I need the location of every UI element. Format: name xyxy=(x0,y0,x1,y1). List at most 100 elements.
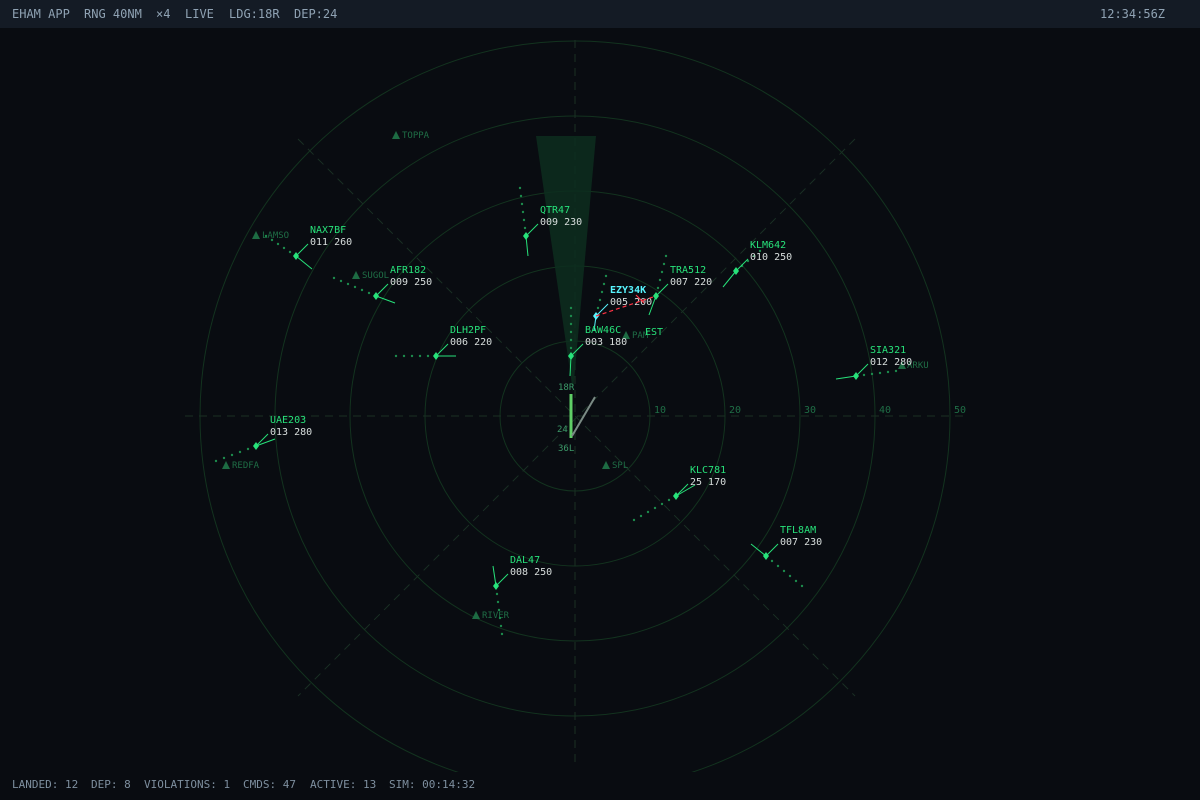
fix-label: SUGOL xyxy=(362,271,389,281)
label-leader-line xyxy=(855,363,869,377)
utc-clock: 12:34:56Z xyxy=(1100,7,1166,21)
ring-labels: 10 20 30 40 50 xyxy=(654,405,966,416)
aircraft-target[interactable]: TFL8AM007 230 xyxy=(750,525,822,588)
aircraft-datablock: 25 170 xyxy=(690,477,726,488)
history-dot xyxy=(600,290,604,294)
aircraft-callsign[interactable]: KLM642 xyxy=(750,240,786,251)
ring-label: 30 xyxy=(804,405,816,416)
history-dot xyxy=(569,306,573,310)
aircraft-target[interactable]: DLH2PF006 220 xyxy=(394,325,492,360)
sim-speed-button[interactable]: ×4 xyxy=(156,7,170,21)
history-dot xyxy=(339,279,343,283)
aircraft-callsign[interactable]: QTR47 xyxy=(540,205,570,216)
aircraft-callsign[interactable]: SIA321 xyxy=(870,345,906,356)
label-leader-line xyxy=(525,223,539,237)
history-dot xyxy=(418,354,422,358)
label-leader-line xyxy=(595,303,609,317)
aircraft-target[interactable]: KLC78125 170 xyxy=(632,465,726,522)
history-trail xyxy=(862,369,898,377)
history-dot xyxy=(521,210,525,214)
history-dot xyxy=(658,278,662,282)
fix-triangle-icon xyxy=(222,461,230,469)
label-leader-line xyxy=(495,573,509,587)
history-dot xyxy=(288,250,292,254)
label-leader-line xyxy=(295,243,309,257)
aircraft-target[interactable]: UAE203013 280 xyxy=(214,415,312,463)
history-dot xyxy=(596,306,600,310)
sim-time: SIM: 00:14:32 xyxy=(389,778,476,791)
history-dot xyxy=(662,262,666,266)
history-dot xyxy=(495,592,499,596)
history-dot xyxy=(270,238,274,242)
aircraft-callsign[interactable]: KLC781 xyxy=(690,465,726,476)
aircraft-callsign[interactable]: UAE203 xyxy=(270,415,306,426)
aircraft-callsign[interactable]: EZY34K xyxy=(610,285,646,296)
velocity-vector xyxy=(295,255,313,270)
history-dot xyxy=(598,298,602,302)
aircraft-datablock: 011 260 xyxy=(310,237,352,248)
ring-label: 20 xyxy=(729,405,741,416)
live-mode-indicator[interactable]: LIVE xyxy=(185,7,214,21)
fix-river[interactable]: RIVER xyxy=(472,611,510,621)
history-dot xyxy=(498,616,502,620)
history-dot xyxy=(639,514,643,518)
history-dot xyxy=(500,632,504,636)
history-dot xyxy=(569,314,573,318)
aircraft-callsign[interactable]: TFL8AM xyxy=(780,525,816,536)
history-dot xyxy=(794,579,798,583)
ring-label: 50 xyxy=(954,405,966,416)
velocity-vector xyxy=(375,295,396,304)
history-dot xyxy=(519,194,523,198)
aircraft-callsign[interactable]: AFR182 xyxy=(390,265,426,276)
history-trail xyxy=(632,498,671,522)
aircraft-datablock: 003 180 xyxy=(585,337,627,348)
aircraft-callsign[interactable]: NAX7BF xyxy=(310,225,346,236)
range-button[interactable]: RNG 40NM xyxy=(84,7,142,21)
aircraft-target[interactable]: KLM642010 250 xyxy=(722,240,792,288)
fix-triangle-icon xyxy=(252,231,260,239)
aircraft-callsign[interactable]: TRA512 xyxy=(670,265,706,276)
fix-triangle-icon xyxy=(352,271,360,279)
commands-count: CMDS: 47 xyxy=(243,778,296,791)
departed-count: DEP: 8 xyxy=(91,778,131,791)
history-dot xyxy=(632,518,636,522)
fix-sugol[interactable]: SUGOL xyxy=(352,271,389,281)
history-dot xyxy=(862,373,866,377)
landing-runway-indicator[interactable]: LDG:18R xyxy=(229,7,280,21)
history-dot xyxy=(238,450,242,454)
aircraft-callsign[interactable]: DLH2PF xyxy=(450,325,486,336)
history-dot xyxy=(770,559,774,563)
fix-lamso[interactable]: LAMSO xyxy=(252,231,289,241)
history-dot xyxy=(569,346,573,350)
history-dot xyxy=(520,202,524,206)
history-dot xyxy=(332,276,336,280)
status-header: EHAM APP RNG 40NM ×4 LIVE LDG:18R DEP:24… xyxy=(0,0,1200,28)
velocity-vector xyxy=(722,270,737,288)
history-dot xyxy=(870,372,874,376)
fix-toppa[interactable]: TOPPA xyxy=(392,131,430,141)
departure-runway-indicator[interactable]: DEP:24 xyxy=(294,7,337,21)
aircraft-callsign[interactable]: BAW46C xyxy=(585,325,621,336)
radar-scope[interactable]: 10 20 30 40 50 18R 36L 24 TOPPA LAMSO SU… xyxy=(0,28,1200,772)
history-dot xyxy=(653,506,657,510)
history-dot xyxy=(222,456,226,460)
history-dot xyxy=(353,285,357,289)
fix-redfa[interactable]: REDFA xyxy=(222,461,260,471)
history-dot xyxy=(878,371,882,375)
fix-spl[interactable]: SPL xyxy=(602,461,628,471)
approach-funnel xyxy=(536,136,596,392)
history-dot xyxy=(499,624,503,628)
aircraft-callsign[interactable]: DAL47 xyxy=(510,555,540,566)
fix-triangle-icon xyxy=(392,131,400,139)
runway-label-24: 24 xyxy=(557,425,568,435)
aircraft-target[interactable]: DAL47008 250 xyxy=(492,555,552,636)
history-dot xyxy=(646,510,650,514)
aircraft-target[interactable]: SIA321012 280 xyxy=(835,345,912,380)
history-dot xyxy=(346,282,350,286)
history-trail xyxy=(596,274,608,310)
aircraft-target[interactable]: TRA512007 220 xyxy=(648,254,712,316)
history-dot xyxy=(497,608,501,612)
aircraft-datablock: 007 220 xyxy=(670,277,712,288)
landed-count: LANDED: 12 xyxy=(12,778,79,791)
history-trail xyxy=(394,354,430,358)
